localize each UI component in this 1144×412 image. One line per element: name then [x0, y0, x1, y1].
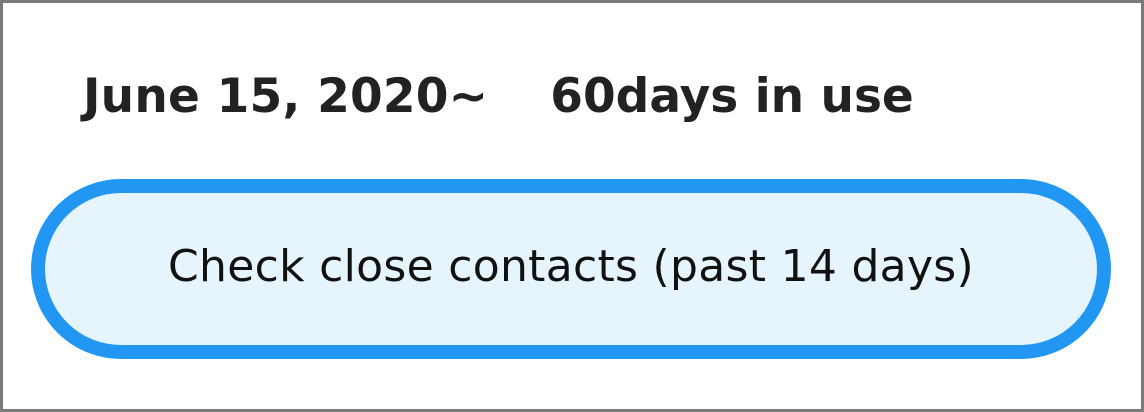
usage-start-date: June 15, 2020~ [83, 68, 489, 124]
usage-panel: June 15, 2020~ 60days in use Check close… [0, 0, 1144, 412]
days-in-use-label: in use [738, 68, 914, 124]
check-close-contacts-label: Check close contacts (past 14 days) [168, 240, 974, 292]
days-in-use-count: 60days [550, 68, 739, 124]
usage-summary: June 15, 2020~ 60days in use [83, 61, 914, 131]
days-in-use: 60days in use [550, 69, 914, 124]
check-close-contacts-button[interactable]: Check close contacts (past 14 days) [31, 179, 1111, 359]
